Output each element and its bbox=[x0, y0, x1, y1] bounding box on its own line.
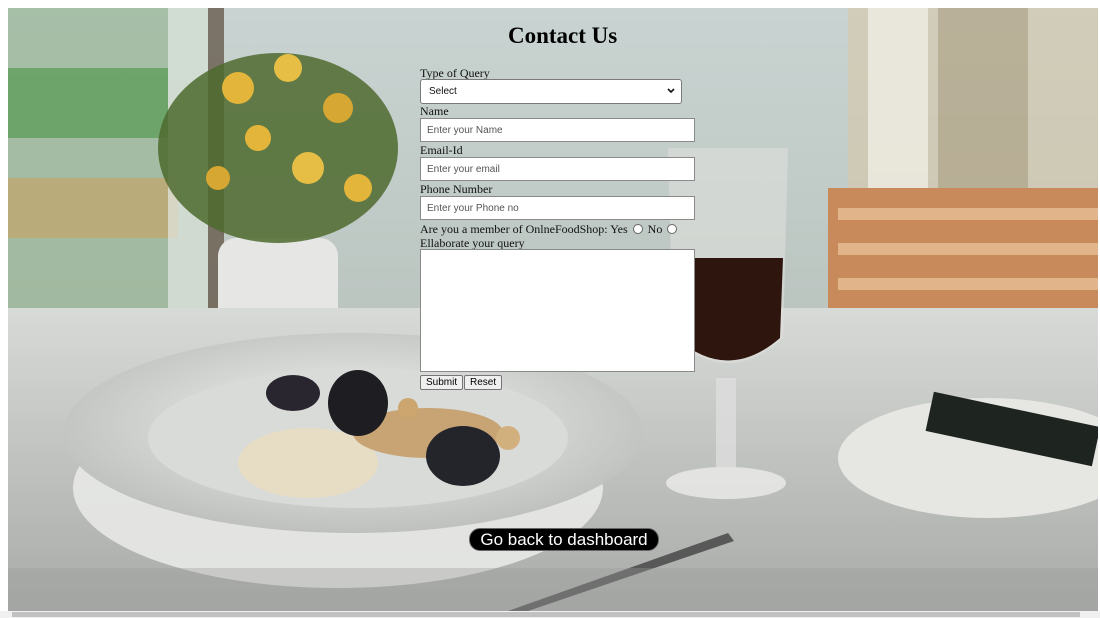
query-detail-label: Ellaborate your query bbox=[420, 236, 525, 250]
scrollbar-thumb[interactable] bbox=[12, 612, 1080, 617]
reset-button[interactable]: Reset bbox=[464, 375, 503, 390]
email-placeholder: Enter your email bbox=[427, 163, 500, 175]
query-type-label: Type of Query bbox=[420, 66, 490, 80]
member-yes-label: Yes bbox=[610, 222, 628, 236]
phone-input[interactable]: Enter your Phone no bbox=[420, 196, 695, 220]
member-question-row: Are you a member of OnlneFoodShop: Yes N… bbox=[420, 223, 679, 235]
horizontal-scrollbar[interactable] bbox=[0, 611, 1100, 618]
member-no-radio[interactable] bbox=[667, 224, 678, 234]
phone-label: Phone Number bbox=[420, 182, 493, 196]
phone-placeholder: Enter your Phone no bbox=[427, 202, 519, 214]
email-label: Email-Id bbox=[420, 143, 463, 157]
name-label: Name bbox=[420, 104, 449, 118]
go-back-dashboard-button[interactable]: Go back to dashboard bbox=[469, 528, 659, 551]
submit-button[interactable]: Submit bbox=[420, 375, 464, 390]
name-input[interactable]: Enter your Name bbox=[420, 118, 695, 142]
query-type-select[interactable]: Select bbox=[420, 79, 682, 104]
email-input[interactable]: Enter your email bbox=[420, 157, 695, 181]
chevron-down-icon bbox=[667, 88, 675, 94]
member-no-label: No bbox=[647, 222, 663, 236]
query-textarea[interactable] bbox=[420, 249, 695, 372]
member-question: Are you a member of OnlneFoodShop: bbox=[420, 222, 608, 236]
member-yes-radio[interactable] bbox=[632, 224, 643, 234]
query-type-selected: Select bbox=[429, 86, 457, 97]
name-placeholder: Enter your Name bbox=[427, 124, 503, 136]
page-title: Contact Us bbox=[508, 23, 618, 48]
